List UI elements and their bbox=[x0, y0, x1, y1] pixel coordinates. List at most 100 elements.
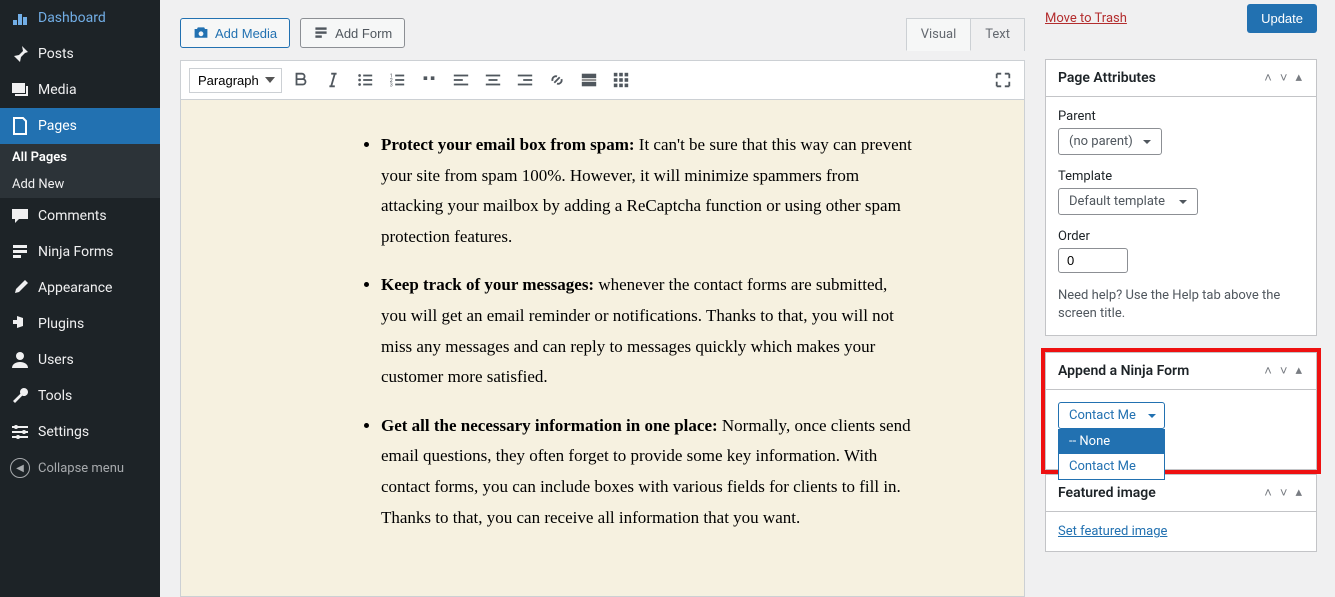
pin-icon bbox=[10, 44, 30, 64]
sidebar-item-pages[interactable]: Pages bbox=[0, 108, 160, 144]
sidebar-item-dashboard[interactable]: Dashboard bbox=[0, 0, 160, 36]
wrench-icon bbox=[10, 386, 30, 406]
toggle-icon[interactable]: ▴ bbox=[1293, 70, 1304, 86]
sidebar-subitem-all-pages[interactable]: All Pages bbox=[0, 144, 160, 171]
editor-box: Paragraph 123 Protect your email box fro… bbox=[180, 60, 1025, 597]
toolbar-toggle-button[interactable] bbox=[608, 67, 634, 93]
editor-toolbar: Paragraph 123 bbox=[181, 61, 1024, 100]
add-form-button[interactable]: Add Form bbox=[300, 18, 405, 48]
align-left-button[interactable] bbox=[448, 67, 474, 93]
sidebar-item-label: Tools bbox=[38, 388, 72, 404]
move-to-trash-link[interactable]: Move to Trash bbox=[1045, 11, 1127, 26]
media-icon bbox=[10, 80, 30, 100]
sidebar-item-label: Dashboard bbox=[38, 10, 106, 26]
plugin-icon bbox=[10, 314, 30, 334]
metabox-title: Page Attributes bbox=[1058, 70, 1156, 86]
sidebar-item-users[interactable]: Users bbox=[0, 342, 160, 378]
svg-text:3: 3 bbox=[390, 82, 393, 88]
order-label: Order bbox=[1058, 229, 1304, 244]
help-text: Need help? Use the Help tab above the sc… bbox=[1058, 287, 1304, 323]
sidebar-subitem-add-new[interactable]: Add New bbox=[0, 171, 160, 198]
parent-label: Parent bbox=[1058, 109, 1304, 124]
sidebar-item-label: Comments bbox=[38, 208, 107, 224]
form-icon bbox=[10, 242, 30, 262]
metabox-title: Featured image bbox=[1058, 485, 1156, 501]
collapse-label: Collapse menu bbox=[38, 461, 124, 476]
fullscreen-button[interactable] bbox=[990, 67, 1016, 93]
settings-icon bbox=[10, 422, 30, 442]
move-up-icon[interactable]: ˄ bbox=[1262, 70, 1274, 86]
content-item: Get all the necessary information in one… bbox=[381, 411, 914, 533]
numbered-list-button[interactable]: 123 bbox=[384, 67, 410, 93]
sidebar-item-label: Posts bbox=[38, 46, 74, 62]
metabox-header[interactable]: Featured image ˄ ˅ ▴ bbox=[1046, 475, 1316, 512]
move-down-icon[interactable]: ˅ bbox=[1278, 363, 1290, 379]
sidebar-item-label: Settings bbox=[38, 424, 89, 440]
sidebar-item-media[interactable]: Media bbox=[0, 72, 160, 108]
admin-sidebar: Dashboard Posts Media Pages All Pages Ad… bbox=[0, 0, 160, 597]
brush-icon bbox=[10, 278, 30, 298]
form-icon bbox=[313, 25, 329, 41]
sidebar-item-label: Plugins bbox=[38, 316, 84, 332]
move-down-icon[interactable]: ˅ bbox=[1278, 485, 1290, 501]
toggle-icon[interactable]: ▴ bbox=[1293, 363, 1304, 379]
add-media-button[interactable]: Add Media bbox=[180, 18, 290, 48]
collapse-menu[interactable]: ◀ Collapse menu bbox=[0, 450, 160, 486]
ninja-option-contact-me[interactable]: Contact Me bbox=[1059, 454, 1164, 479]
sidebar-item-ninja-forms[interactable]: Ninja Forms bbox=[0, 234, 160, 270]
move-up-icon[interactable]: ˄ bbox=[1262, 485, 1274, 501]
metabox-header[interactable]: Append a Ninja Form ˄ ˅ ▴ bbox=[1046, 353, 1316, 390]
dashboard-icon bbox=[10, 8, 30, 28]
sidebar-item-label: Users bbox=[38, 352, 74, 368]
editor-content[interactable]: Protect your email box from spam: It can… bbox=[181, 100, 1024, 596]
content-item: Keep track of your messages: whenever th… bbox=[381, 270, 914, 392]
bold-button[interactable] bbox=[288, 67, 314, 93]
ninja-form-select[interactable]: Contact Me bbox=[1058, 402, 1165, 429]
add-form-label: Add Form bbox=[335, 26, 392, 41]
align-right-button[interactable] bbox=[512, 67, 538, 93]
move-down-icon[interactable]: ˅ bbox=[1278, 70, 1290, 86]
metabox-title: Append a Ninja Form bbox=[1058, 363, 1189, 379]
link-button[interactable] bbox=[544, 67, 570, 93]
order-input[interactable] bbox=[1058, 248, 1128, 273]
metabox-append-ninja-form: Append a Ninja Form ˄ ˅ ▴ Contact Me -- … bbox=[1045, 352, 1317, 470]
add-media-label: Add Media bbox=[215, 26, 277, 41]
collapse-icon: ◀ bbox=[10, 458, 30, 478]
user-icon bbox=[10, 350, 30, 370]
sidebar-item-comments[interactable]: Comments bbox=[0, 198, 160, 234]
italic-button[interactable] bbox=[320, 67, 346, 93]
ninja-option-none[interactable]: -- None bbox=[1059, 429, 1164, 454]
blockquote-button[interactable] bbox=[416, 67, 442, 93]
sidebar-item-appearance[interactable]: Appearance bbox=[0, 270, 160, 306]
toggle-icon[interactable]: ▴ bbox=[1293, 485, 1304, 501]
page-icon bbox=[10, 116, 30, 136]
update-button[interactable]: Update bbox=[1247, 4, 1317, 33]
template-select[interactable]: Default template bbox=[1058, 188, 1198, 215]
editor-main: Add Media Add Form Visual Text Paragraph… bbox=[160, 0, 1045, 597]
parent-select[interactable]: (no parent) bbox=[1058, 128, 1162, 155]
set-featured-image-link[interactable]: Set featured image bbox=[1058, 524, 1167, 539]
bullet-list-button[interactable] bbox=[352, 67, 378, 93]
metabox-header[interactable]: Page Attributes ˄ ˅ ▴ bbox=[1046, 60, 1316, 97]
sidebar-item-plugins[interactable]: Plugins bbox=[0, 306, 160, 342]
camera-icon bbox=[193, 25, 209, 41]
align-center-button[interactable] bbox=[480, 67, 506, 93]
tab-visual[interactable]: Visual bbox=[906, 18, 972, 51]
format-select[interactable]: Paragraph bbox=[189, 68, 282, 93]
ninja-form-dropdown: -- None Contact Me bbox=[1058, 429, 1165, 480]
sidebar-submenu-pages: All Pages Add New bbox=[0, 144, 160, 198]
move-up-icon[interactable]: ˄ bbox=[1262, 363, 1274, 379]
read-more-button[interactable] bbox=[576, 67, 602, 93]
content-item: Protect your email box from spam: It can… bbox=[381, 130, 914, 252]
comment-icon bbox=[10, 206, 30, 226]
template-label: Template bbox=[1058, 169, 1304, 184]
editor-tabs: Visual Text bbox=[906, 18, 1025, 51]
sidebar-item-tools[interactable]: Tools bbox=[0, 378, 160, 414]
sidebar-item-posts[interactable]: Posts bbox=[0, 36, 160, 72]
metabox-featured-image: Featured image ˄ ˅ ▴ Set featured image bbox=[1045, 474, 1317, 552]
metabox-page-attributes: Page Attributes ˄ ˅ ▴ Parent (no parent)… bbox=[1045, 59, 1317, 336]
right-sidebar: Move to Trash Update Page Attributes ˄ ˅… bbox=[1045, 0, 1335, 597]
sidebar-item-settings[interactable]: Settings bbox=[0, 414, 160, 450]
sidebar-item-label: Ninja Forms bbox=[38, 244, 113, 260]
tab-text[interactable]: Text bbox=[971, 18, 1025, 51]
